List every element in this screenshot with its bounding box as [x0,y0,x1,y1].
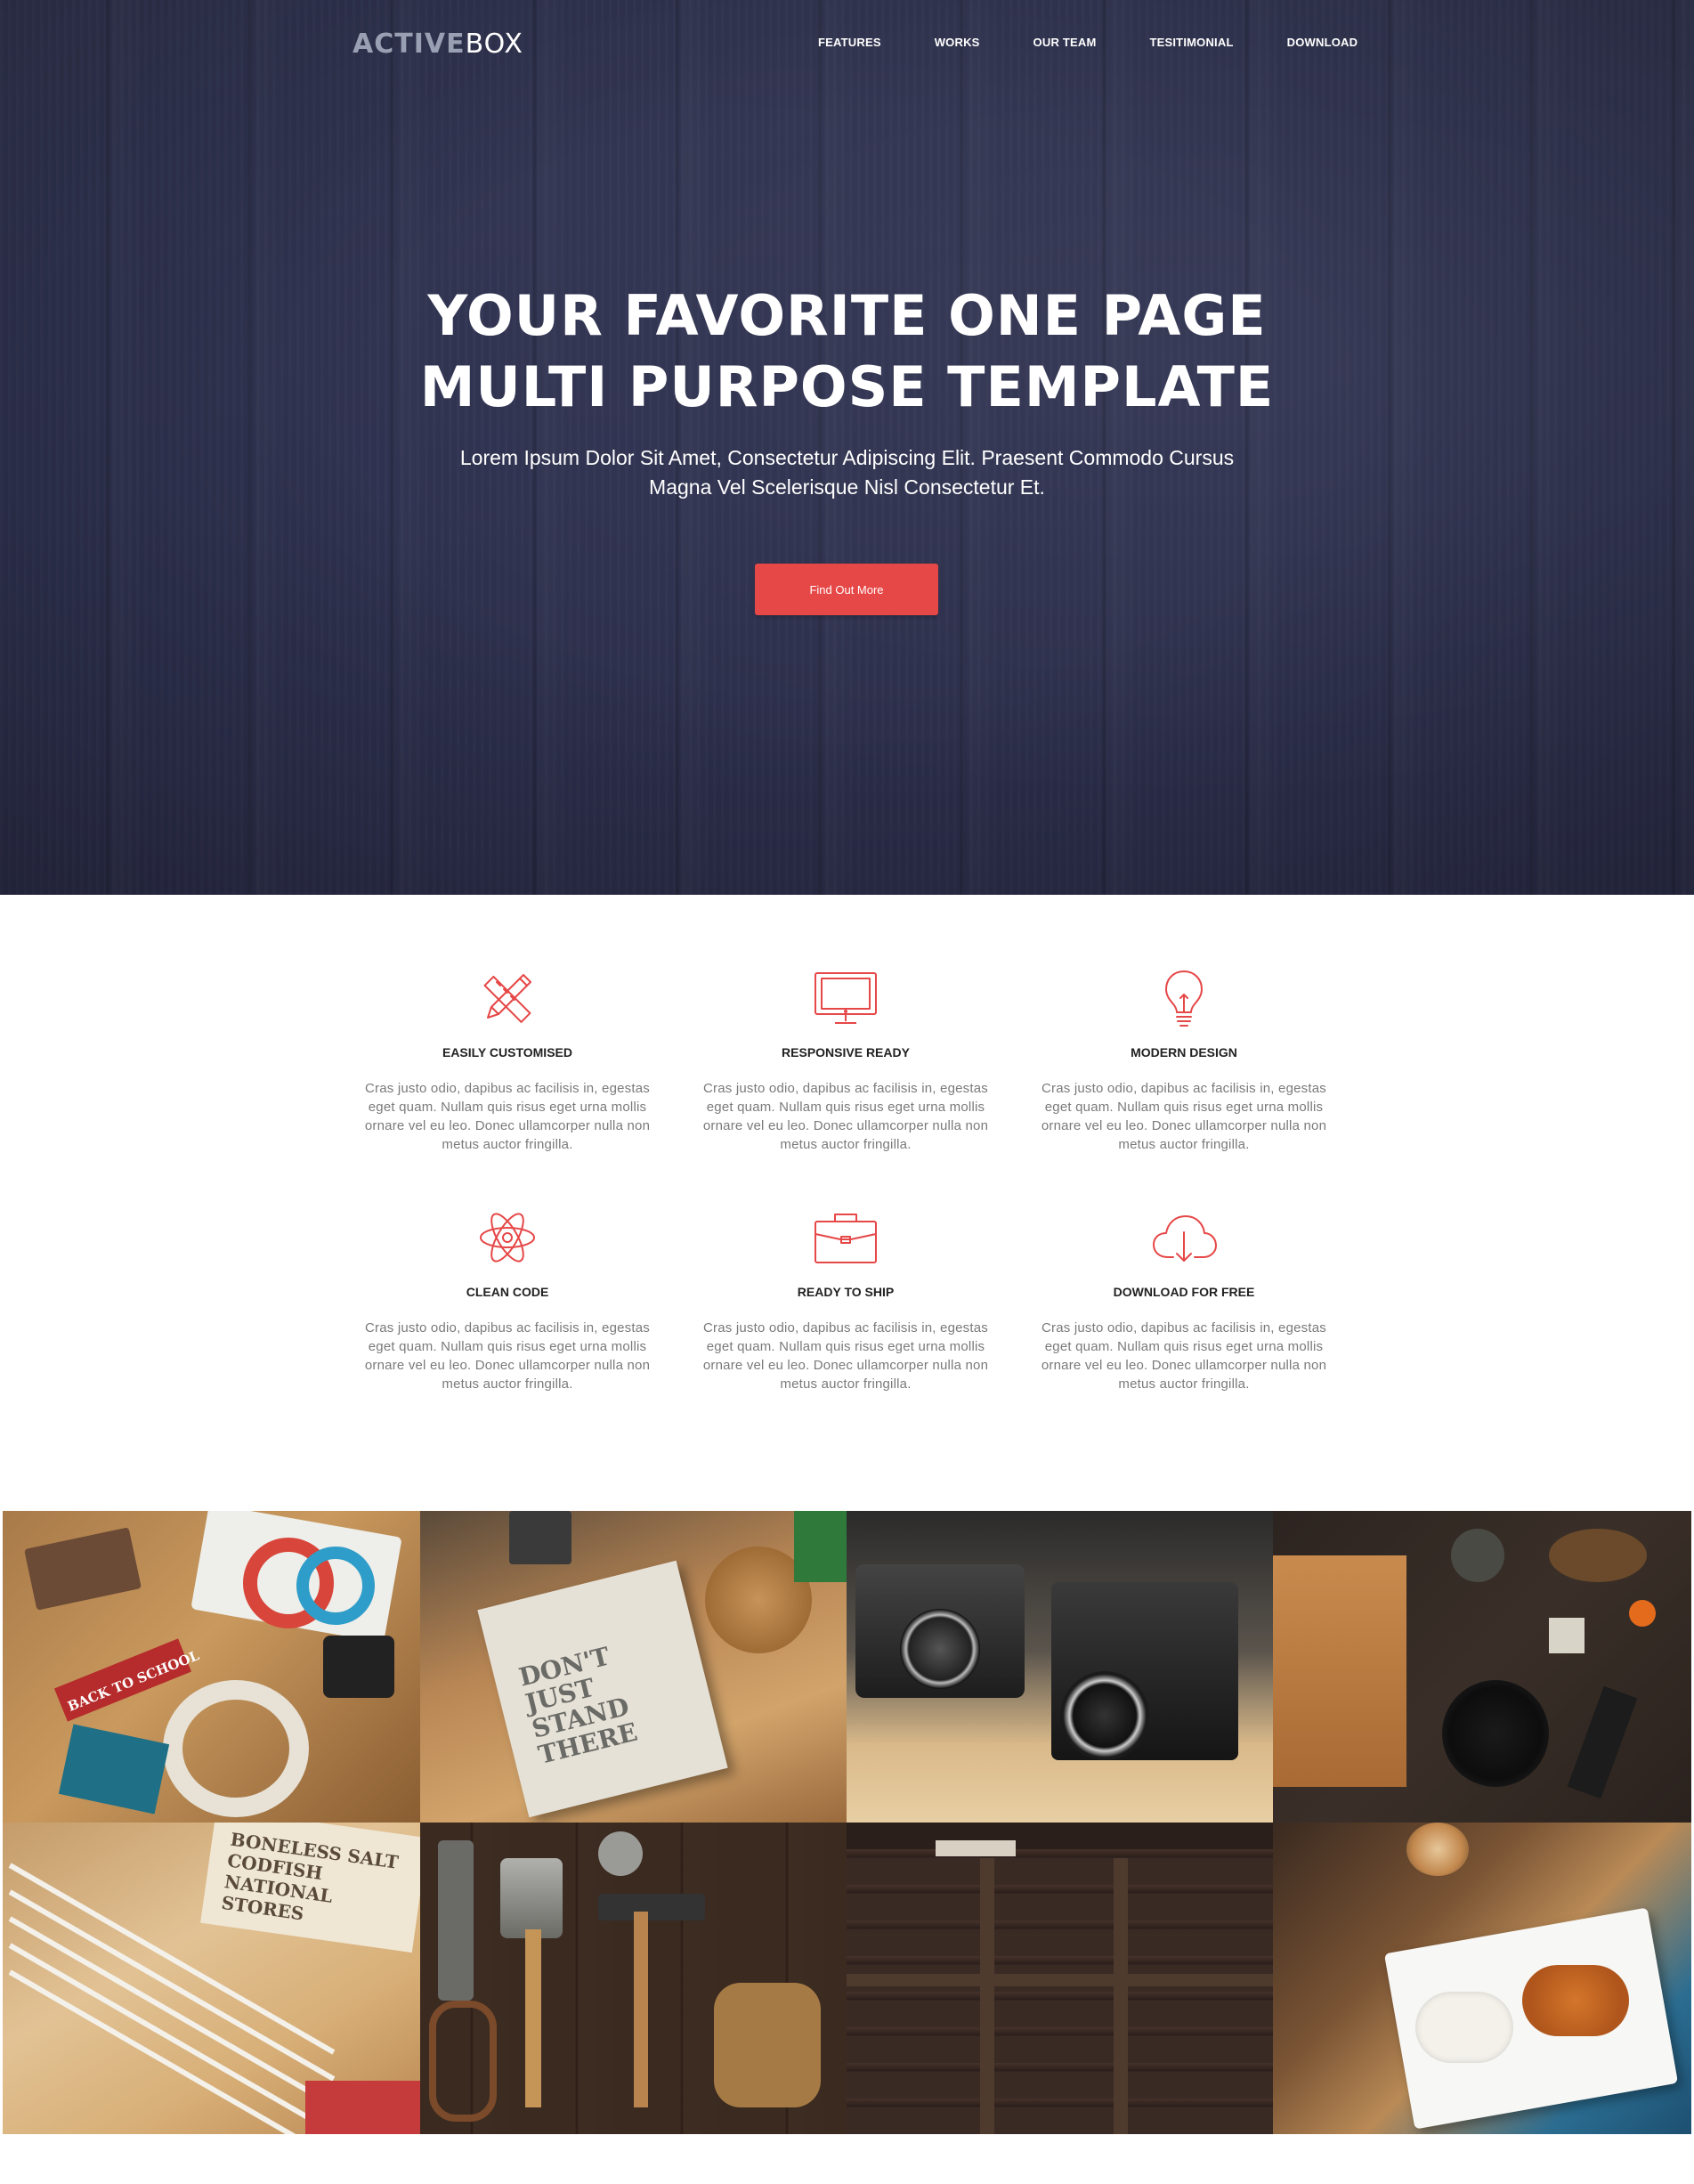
gallery-tile-notebook[interactable]: DON'T JUST STAND THERE [420,1511,847,1823]
gallery-tile-tools[interactable] [420,1823,847,2134]
coffee-cup-shape [1406,1823,1469,1876]
logo-text-part2: BOX [465,28,523,60]
gallery-tile-dessert[interactable] [1273,1823,1691,2134]
feature-item: RESPONSIVE READY Cras justo odio, dapibu… [677,966,1015,1154]
gallery-tile-letterpress[interactable] [847,1823,1273,2134]
nav-our-team[interactable]: OUR TEAM [1033,36,1097,49]
salt-dish-shape [1549,1618,1585,1653]
monitor-icon [806,966,886,1030]
feature-item: DOWNLOAD FOR FREE Cras justo odio, dapib… [1015,1206,1353,1393]
hammer-head-shape [598,1894,705,1920]
hammer-handle-shape [634,1912,648,2107]
green-object-shape [794,1511,847,1582]
pliers-shape [429,2001,497,2122]
feature-text: Cras justo odio, dapibus ac facilisis in… [1041,1320,1327,1392]
glaze-shape [1522,1965,1629,2036]
knife-shape [1567,1685,1638,1799]
feature-title: READY TO SHIP [797,1285,895,1299]
hero-title-line2: MULTI PURPOSE TEMPLATE [419,354,1275,419]
cutting-board-shape [1273,1555,1406,1787]
find-out-more-button[interactable]: Find Out More [755,564,938,615]
bowl-shape [1549,1529,1647,1582]
nav-download[interactable]: DOWNLOAD [1287,36,1358,49]
lightbulb-icon [1144,966,1224,1030]
divider-1 [980,1858,994,2134]
logo[interactable]: ACTIVEBOX [353,27,523,62]
gallery-tile-cameras[interactable] [847,1511,1273,1823]
feature-text: Cras justo odio, dapibus ac facilisis in… [702,1320,989,1392]
gallery-tile-pencils[interactable]: BONELESS SALT CODFISH NATIONAL STORES [3,1823,420,2134]
briefcase-icon [806,1206,886,1270]
main-nav: FEATURES WORKS OUR TEAM TESITIMONIAL DOW… [818,36,1358,49]
folding-camera-lens-shape [1060,1671,1149,1760]
axe-head-shape [500,1858,563,1938]
feature-item: EASILY CUSTOMISED Cras justo odio, dapib… [338,966,677,1154]
feature-item: MODERN DESIGN Cras justo odio, dapibus a… [1015,966,1353,1154]
glove-shape [714,1983,821,2107]
iron-shape [438,1840,474,2001]
feature-item: READY TO SHIP Cras justo odio, dapibus a… [677,1206,1015,1393]
feature-item: CLEAN CODE Cras justo odio, dapibus ac f… [338,1206,677,1393]
hero-subtitle-line1: Lorem Ipsum Dolor Sit Amet, Consectetur … [459,446,1235,469]
feature-title: MODERN DESIGN [1131,1045,1237,1060]
feature-text: Cras justo odio, dapibus ac facilisis in… [364,1320,651,1392]
cream-shape [1415,1992,1513,2063]
feature-text: Cras justo odio, dapibus ac facilisis in… [702,1081,989,1152]
hero-title: YOUR FAVORITE ONE PAGE MULTI PURPOSE TEM… [0,280,1694,423]
red-card-shape [305,2081,420,2134]
pencil-line-3 [8,1916,336,2108]
feature-title: EASILY CUSTOMISED [442,1045,572,1060]
feature-text: Cras justo odio, dapibus ac facilisis in… [364,1081,651,1152]
atom-icon [467,1206,547,1270]
feature-title: CLEAN CODE [466,1285,549,1299]
gallery-tile-back-to-school[interactable]: BACK TO SCHOOL [3,1511,420,1823]
feature-title: DOWNLOAD FOR FREE [1113,1285,1255,1299]
ampersand-shape [163,1680,309,1817]
blue-ring-shape [296,1547,375,1625]
hero-section: ACTIVEBOX FEATURES WORKS OUR TEAM TESITI… [0,0,1694,895]
drawer-top-shape [847,1823,1273,1849]
pencil-ruler-icon [467,966,547,1030]
skillet-shape [1442,1680,1549,1787]
drawer-label-shape [936,1840,1016,1856]
mortar-shape [1451,1529,1504,1582]
divider-3 [847,1974,1273,1986]
hero-title-line1: YOUR FAVORITE ONE PAGE [427,283,1267,348]
feature-text: Cras justo odio, dapibus ac facilisis in… [1041,1081,1327,1152]
axe-handle-shape [525,1929,541,2107]
pencil-line-4 [8,1943,336,2134]
hero-subtitle: Lorem Ipsum Dolor Sit Amet, Consectetur … [445,443,1249,502]
gallery-tile-kitchen[interactable] [1273,1511,1691,1823]
features-section: EASILY CUSTOMISED Cras justo odio, dapib… [338,966,1353,1393]
nav-testimonial[interactable]: TESITIMONIAL [1149,36,1233,49]
feature-title: RESPONSIVE READY [782,1045,910,1060]
hero-subtitle-line2: Magna Vel Scelerisque Nisl Consectetur E… [649,475,1045,499]
orange-shape [1629,1600,1656,1627]
nav-features[interactable]: FEATURES [818,36,881,49]
logo-text-part1: ACTIVE [353,28,466,60]
camera-lens-shape [900,1609,980,1689]
divider-2 [1114,1858,1128,2134]
works-gallery: BACK TO SCHOOL DON'T JUST STAND THERE BO… [3,1511,1691,2134]
teal-card-shape [58,1724,170,1815]
book-shape [24,1527,142,1611]
nav-works[interactable]: WORKS [935,36,980,49]
cloud-download-icon [1144,1206,1224,1270]
camera-shape [323,1636,394,1698]
tape-measure-shape [598,1831,643,1876]
pipe-shape [509,1511,571,1564]
